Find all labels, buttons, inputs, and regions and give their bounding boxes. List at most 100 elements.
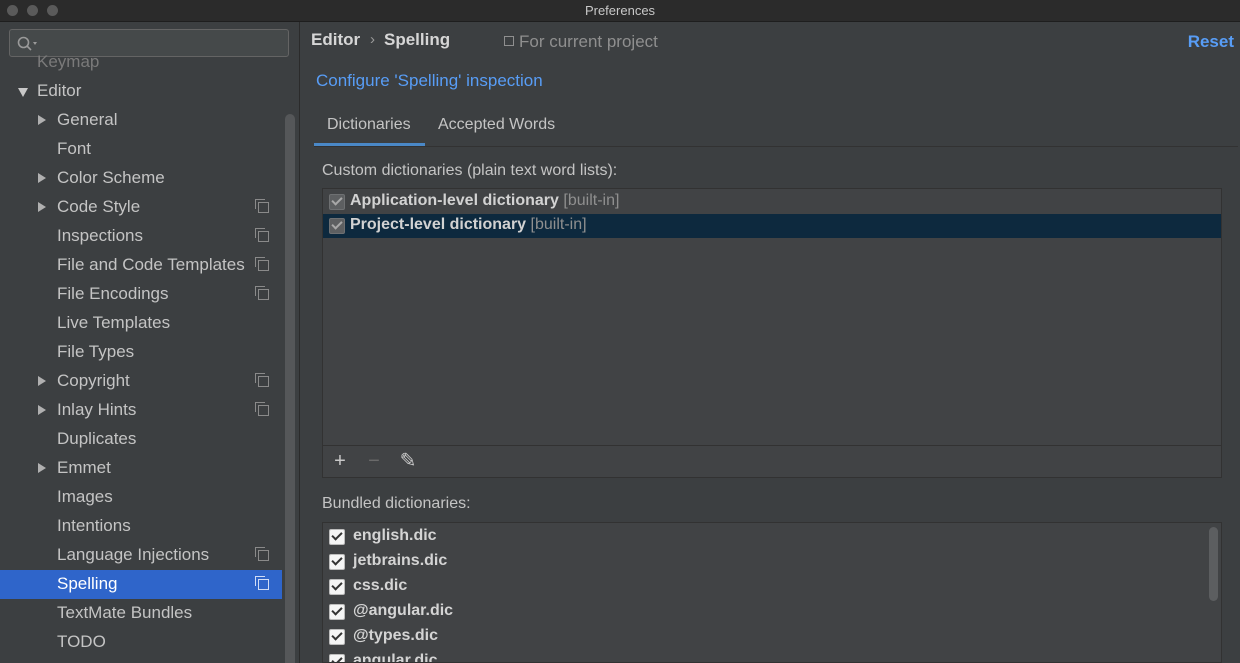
chevron-right-icon[interactable] <box>38 202 46 212</box>
sidebar-item-label: Inspections <box>57 226 143 245</box>
dictionary-name: jetbrains.dic <box>353 552 448 569</box>
custom-dictionaries-label: Custom dictionaries (plain text word lis… <box>322 162 618 179</box>
sidebar-item-spelling[interactable]: Spelling <box>0 570 282 599</box>
checkmark-icon <box>331 218 343 230</box>
sidebar-item-label: Images <box>57 487 113 506</box>
chevron-right-icon[interactable] <box>38 173 46 183</box>
list-item[interactable]: english.dic <box>323 524 1203 549</box>
list-item[interactable]: Application-level dictionary [built-in] <box>323 190 1221 214</box>
sidebar-item-label: Emmet <box>57 458 111 477</box>
dictionary-name: english.dic <box>353 527 437 544</box>
list-item[interactable]: jetbrains.dic <box>323 549 1203 574</box>
bundled-dictionaries-label: Bundled dictionaries: <box>322 495 471 512</box>
project-scope-icon <box>255 286 269 300</box>
edit-dictionary-button[interactable]: ✎ <box>396 446 420 476</box>
project-scope-icon <box>255 199 269 213</box>
add-dictionary-button[interactable]: + <box>328 446 352 476</box>
checkbox[interactable] <box>329 194 345 210</box>
tab-dictionaries[interactable]: Dictionaries <box>327 116 411 134</box>
sidebar-item-label: Copyright <box>57 371 130 390</box>
list-item[interactable]: @angular.dic <box>323 599 1203 624</box>
list-item[interactable]: @types.dic <box>323 624 1203 649</box>
sidebar-item-file-encodings[interactable]: File Encodings <box>0 280 282 309</box>
sidebar-item-live-templates[interactable]: Live Templates <box>0 309 282 338</box>
checkbox[interactable] <box>329 604 345 620</box>
chevron-right-icon[interactable] <box>38 376 46 386</box>
sidebar-item-file-types[interactable]: File Types <box>0 338 282 367</box>
title-bar: Preferences <box>0 0 1240 22</box>
sidebar-item-label: General <box>57 110 118 129</box>
configure-inspection-link[interactable]: Configure 'Spelling' inspection <box>316 71 543 91</box>
chevron-right-icon[interactable] <box>38 463 46 473</box>
settings-sidebar: Keymap Editor General Font Color Scheme Code … <box>0 22 300 663</box>
sidebar-item-copyright[interactable]: Copyright <box>0 367 282 396</box>
project-scope-icon <box>255 547 269 561</box>
sidebar-item-label: Language Injections <box>57 545 210 564</box>
sidebar-item-file-and-code-templates[interactable]: File and Code Templates <box>0 251 282 280</box>
checkbox[interactable] <box>329 629 345 645</box>
checkmark-icon <box>331 579 343 591</box>
sidebar-item-inlay-hints[interactable]: Inlay Hints <box>0 396 282 425</box>
checkbox[interactable] <box>329 654 345 662</box>
dictionary-name: @types.dic <box>353 627 438 644</box>
list-item[interactable]: angular.dic <box>323 649 1203 663</box>
sidebar-item-label: Intentions <box>57 516 131 535</box>
sidebar-item-label: Code Style <box>57 197 141 216</box>
list-item[interactable]: Project-level dictionary [built-in] <box>323 214 1221 238</box>
sidebar-item-duplicates[interactable]: Duplicates <box>0 425 282 454</box>
copy-icon <box>504 36 514 46</box>
project-scope-icon <box>255 373 269 387</box>
breadcrumb-editor[interactable]: Editor <box>311 30 360 50</box>
project-scope-icon <box>255 257 269 271</box>
settings-content: Editor › Spelling For current project Re… <box>300 22 1240 663</box>
sidebar-item-keymap[interactable]: Keymap <box>0 48 282 77</box>
bundled-list-scrollbar[interactable] <box>1209 527 1218 601</box>
checkbox[interactable] <box>329 554 345 570</box>
sidebar-item-images[interactable]: Images <box>0 483 282 512</box>
window-title: Preferences <box>584 3 656 18</box>
sidebar-item-font[interactable]: Font <box>0 135 282 164</box>
sidebar-item-language-injections[interactable]: Language Injections <box>0 541 282 570</box>
scope-label: For current project <box>519 32 658 51</box>
tab-accepted-words[interactable]: Accepted Words <box>438 116 555 134</box>
checkbox[interactable] <box>329 529 345 545</box>
chevron-right-icon[interactable] <box>38 115 46 125</box>
sidebar-item-label: TextMate Bundles <box>57 603 193 622</box>
tabs-divider <box>314 146 1238 147</box>
sidebar-item-label: Font <box>57 139 92 158</box>
list-item[interactable]: css.dic <box>323 574 1203 599</box>
sidebar-item-label: Duplicates <box>57 429 137 448</box>
project-scope-icon <box>255 576 269 590</box>
bundled-dictionaries-list: english.dic jetbrains.dic css.dic @angul… <box>322 522 1222 663</box>
checkmark-icon <box>331 194 343 206</box>
sidebar-item-label: File Types <box>57 342 135 361</box>
checkbox[interactable] <box>329 579 345 595</box>
sidebar-item-label: Live Templates <box>57 313 171 332</box>
sidebar-item-intentions[interactable]: Intentions <box>0 512 282 541</box>
sidebar-scrollbar[interactable] <box>285 114 295 663</box>
sidebar-item-label: Keymap <box>37 52 100 71</box>
sidebar-item-label: Spelling <box>57 574 118 593</box>
dictionary-name: Project-level dictionary <box>350 216 527 233</box>
sidebar-item-label: File and Code Templates <box>57 255 245 274</box>
checkmark-icon <box>331 654 343 662</box>
sidebar-item-code-style[interactable]: Code Style <box>0 193 282 222</box>
project-scope-icon <box>255 402 269 416</box>
sidebar-item-general[interactable]: General <box>0 106 282 135</box>
sidebar-item-emmet[interactable]: Emmet <box>0 454 282 483</box>
reset-link[interactable]: Reset <box>1188 32 1234 52</box>
sidebar-item-todo[interactable]: TODO <box>0 628 282 657</box>
checkbox[interactable] <box>329 218 345 234</box>
sidebar-item-editor[interactable]: Editor <box>0 77 282 106</box>
dictionary-name: @angular.dic <box>353 602 454 619</box>
sidebar-item-inspections[interactable]: Inspections <box>0 222 282 251</box>
sidebar-item-label: Color Scheme <box>57 168 165 187</box>
dictionary-name: angular.dic <box>353 652 438 663</box>
sidebar-item-textmate-bundles[interactable]: TextMate Bundles <box>0 599 282 628</box>
chevron-down-icon[interactable] <box>18 88 28 97</box>
remove-dictionary-button[interactable]: − <box>362 446 386 476</box>
breadcrumb-spelling: Spelling <box>384 30 451 49</box>
checkmark-icon <box>331 604 343 616</box>
chevron-right-icon[interactable] <box>38 405 46 415</box>
sidebar-item-color-scheme[interactable]: Color Scheme <box>0 164 282 193</box>
